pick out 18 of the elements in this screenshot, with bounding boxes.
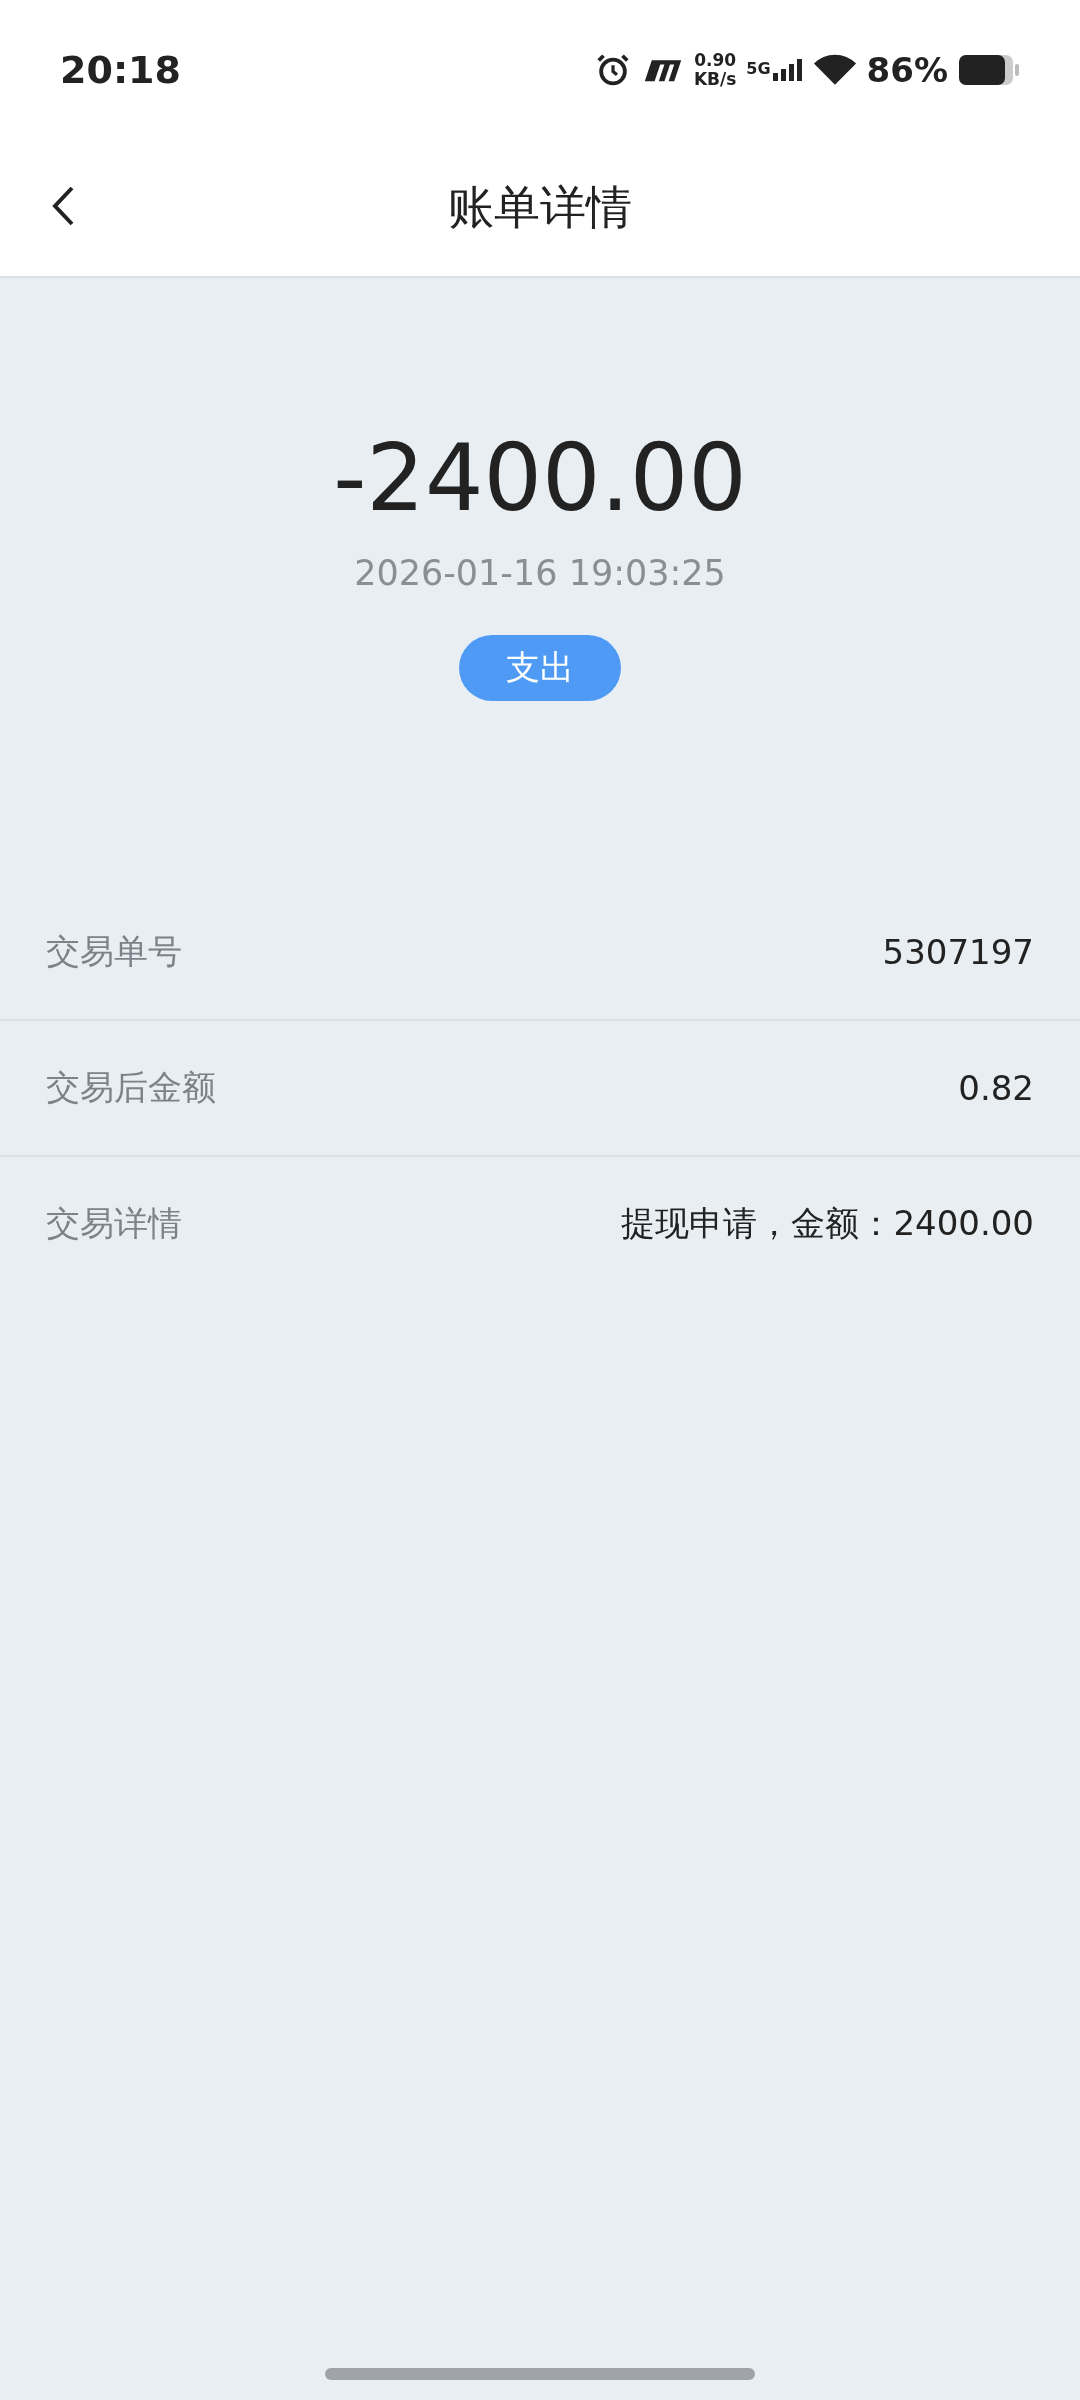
amount: -2400.00 xyxy=(333,428,747,530)
battery-icon xyxy=(958,54,1020,86)
page-title: 账单详情 xyxy=(448,179,632,236)
wifi-icon xyxy=(812,53,857,87)
type-tag: 支出 xyxy=(459,635,621,702)
transaction-time: 2026-01-16 19:03:25 xyxy=(354,553,726,594)
detail-value: 0.82 xyxy=(958,1068,1034,1109)
network-speed-value: 0.90 xyxy=(694,51,737,70)
detail-value: 5307197 xyxy=(882,932,1034,973)
detail-value: 提现申请，金额：2400.00 xyxy=(621,1202,1034,1246)
battery-percent: 86% xyxy=(866,50,948,90)
status-time: 20:18 xyxy=(60,48,181,92)
network-speed-unit: KB/s xyxy=(693,70,737,89)
signal-icon xyxy=(772,59,803,81)
network-type: 5G xyxy=(746,59,771,78)
detail-label: 交易后金额 xyxy=(46,1066,216,1110)
detail-label: 交易单号 xyxy=(46,930,182,974)
detail-label: 交易详情 xyxy=(46,1202,182,1246)
